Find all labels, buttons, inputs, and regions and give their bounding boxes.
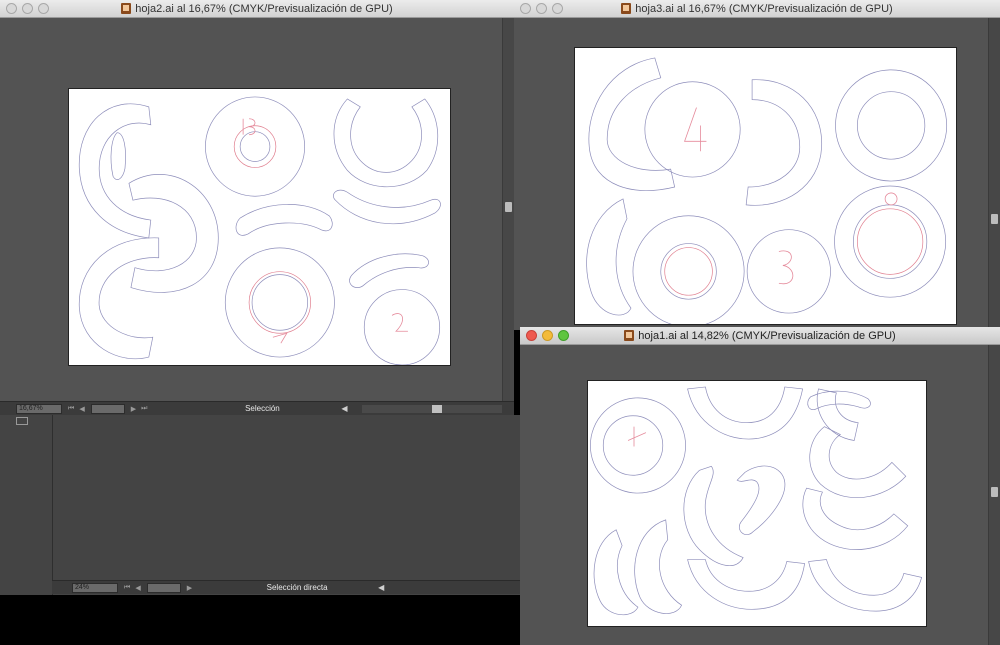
artwork-hoja2	[78, 96, 441, 365]
scroll-thumb[interactable]	[991, 214, 998, 224]
layers-icon[interactable]	[16, 417, 28, 425]
artboard-number-field[interactable]	[146, 582, 181, 593]
titlebar-hoja1[interactable]: hoja1.ai al 14,82% (CMYK/Previsualizació…	[520, 327, 1000, 345]
window-hoja2: hoja2.ai al 16,67% (CMYK/Previsualizació…	[0, 0, 514, 415]
next-artboard-icon[interactable]: ▶	[131, 405, 136, 413]
scroll-thumb[interactable]	[991, 487, 998, 497]
titlebar-hoja2[interactable]: hoja2.ai al 16,67% (CMYK/Previsualizació…	[0, 0, 514, 18]
prev-artboard-icon[interactable]: ◀	[79, 405, 84, 413]
vertical-scrollbar[interactable]	[988, 18, 1000, 330]
window-hoja1: hoja1.ai al 14,82% (CMYK/Previsualizació…	[520, 327, 1000, 645]
artboard-nav-next: ▶	[187, 584, 192, 592]
window-controls	[520, 3, 563, 14]
minimize-button[interactable]	[22, 3, 33, 14]
artboard-hoja3[interactable]	[574, 47, 957, 325]
illustrator-doc-icon	[621, 3, 632, 14]
current-tool-label[interactable]: Selección	[187, 404, 337, 413]
minimize-button[interactable]	[542, 330, 553, 341]
artwork-hoja1	[590, 386, 923, 616]
first-artboard-icon[interactable]: ⏮	[68, 405, 74, 413]
window-title: hoja3.ai al 16,67% (CMYK/Previsualizació…	[635, 2, 893, 15]
window-controls	[6, 3, 49, 14]
artboard-hoja1[interactable]	[587, 380, 927, 627]
artboard-nav-next: ▶ ⏭	[131, 405, 148, 413]
artboard-nav: ⏮ ◀	[124, 584, 141, 592]
zoom-button[interactable]	[558, 330, 569, 341]
zoom-field[interactable]: 16,67%	[16, 403, 62, 414]
first-artboard-icon[interactable]: ⏮	[124, 584, 130, 592]
lower-workspace	[0, 415, 520, 595]
statusbar-hoja2: 16,67% ⏮ ◀ ▶ ⏭ Selección ◀	[0, 401, 514, 415]
current-tool-label[interactable]: Selección directa	[222, 583, 372, 592]
prev-artboard-icon[interactable]: ◀	[135, 584, 140, 592]
scroll-left-icon[interactable]: ◀	[341, 404, 347, 413]
next-artboard-icon[interactable]: ▶	[187, 584, 192, 592]
vertical-scrollbar[interactable]	[988, 345, 1000, 645]
minimize-button[interactable]	[536, 3, 547, 14]
window-controls	[526, 330, 569, 341]
window-title: hoja1.ai al 14,82% (CMYK/Previsualizació…	[638, 329, 896, 342]
close-button[interactable]	[520, 3, 531, 14]
scroll-left-icon[interactable]: ◀	[378, 583, 384, 592]
artboard-nav: ⏮ ◀	[68, 405, 85, 413]
scroll-thumb[interactable]	[431, 404, 442, 413]
window-hoja3: hoja3.ai al 16,67% (CMYK/Previsualizació…	[514, 0, 1000, 330]
artboard-number-field[interactable]	[90, 403, 125, 414]
illustrator-doc-icon	[624, 330, 635, 341]
close-button[interactable]	[6, 3, 17, 14]
artwork-hoja3	[586, 57, 948, 324]
titlebar-hoja3[interactable]: hoja3.ai al 16,67% (CMYK/Previsualizació…	[514, 0, 1000, 18]
close-button[interactable]	[526, 330, 537, 341]
horizontal-scrollbar[interactable]	[361, 404, 502, 413]
zoom-field[interactable]: 24%	[72, 582, 118, 593]
artboard-hoja2[interactable]	[68, 88, 451, 366]
statusbar-lower: 24% ⏮ ◀ ▶ Selección directa ◀	[52, 580, 520, 594]
illustrator-doc-icon	[121, 3, 132, 14]
window-title: hoja2.ai al 16,67% (CMYK/Previsualizació…	[135, 2, 393, 15]
zoom-button[interactable]	[552, 3, 563, 14]
panel-divider	[52, 415, 53, 595]
zoom-button[interactable]	[38, 3, 49, 14]
vertical-scrollbar[interactable]	[502, 18, 514, 403]
last-artboard-icon[interactable]: ⏭	[141, 405, 147, 413]
scroll-thumb[interactable]	[505, 202, 512, 212]
